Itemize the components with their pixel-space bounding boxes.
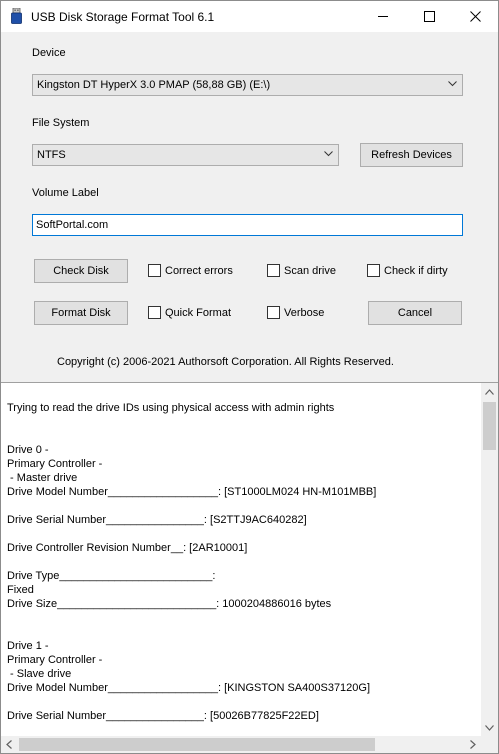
correct-errors-checkbox[interactable]: Correct errors — [148, 264, 233, 277]
checkbox-box — [267, 306, 280, 319]
check-if-dirty-checkbox[interactable]: Check if dirty — [367, 264, 448, 277]
vertical-scrollbar[interactable] — [481, 383, 498, 737]
copyright-text: Copyright (c) 2006-2021 Authorsoft Corpo… — [57, 356, 394, 368]
scroll-up-icon[interactable] — [485, 389, 494, 395]
checkbox-box — [148, 306, 161, 319]
maximize-button[interactable] — [406, 1, 452, 32]
verbose-checkbox[interactable]: Verbose — [267, 306, 324, 319]
minimize-button[interactable] — [360, 1, 406, 32]
chevron-down-icon — [448, 81, 457, 87]
format-disk-button[interactable]: Format Disk — [34, 301, 128, 325]
window-title: USB Disk Storage Format Tool 6.1 — [31, 10, 215, 24]
file-system-select[interactable]: NTFS — [32, 144, 339, 166]
scrollbar-thumb[interactable] — [19, 738, 375, 751]
verbose-label: Verbose — [284, 306, 325, 319]
close-icon — [469, 11, 481, 22]
cancel-button[interactable]: Cancel — [368, 301, 462, 325]
scan-drive-checkbox[interactable]: Scan drive — [267, 264, 336, 277]
file-system-select-value: NTFS — [37, 149, 66, 161]
refresh-devices-button[interactable]: Refresh Devices — [360, 143, 463, 167]
scrollbar-corner — [481, 736, 498, 753]
horizontal-scrollbar[interactable] — [1, 736, 481, 753]
checkbox-box — [267, 264, 280, 277]
log-output[interactable]: Trying to read the drive IDs using physi… — [1, 382, 498, 753]
log-text: Trying to read the drive IDs using physi… — [7, 402, 377, 722]
file-system-label: File System — [32, 117, 90, 129]
minimize-icon — [377, 16, 388, 17]
scan-drive-label: Scan drive — [284, 264, 336, 277]
quick-format-checkbox[interactable]: Quick Format — [148, 306, 231, 319]
scroll-right-icon[interactable] — [470, 740, 476, 749]
settings-panel: Device Kingston DT HyperX 3.0 PMAP (58,8… — [1, 32, 498, 382]
quick-format-label: Quick Format — [165, 306, 232, 319]
device-label: Device — [32, 47, 66, 59]
device-select[interactable]: Kingston DT HyperX 3.0 PMAP (58,88 GB) (… — [32, 74, 463, 96]
close-button[interactable] — [452, 1, 498, 32]
volume-label-label: Volume Label — [32, 187, 99, 199]
scrollbar-thumb[interactable] — [483, 402, 496, 450]
chevron-down-icon — [324, 151, 333, 157]
scroll-left-icon[interactable] — [6, 740, 12, 749]
title-bar[interactable]: USB Disk Storage Format Tool 6.1 — [1, 1, 498, 32]
volume-label-input[interactable]: SoftPortal.com — [32, 214, 463, 236]
usb-drive-icon — [11, 8, 22, 24]
check-if-dirty-label: Check if dirty — [384, 264, 448, 277]
correct-errors-label: Correct errors — [165, 264, 233, 277]
app-window: USB Disk Storage Format Tool 6.1 Device … — [0, 0, 499, 754]
checkbox-box — [148, 264, 161, 277]
checkbox-box — [367, 264, 380, 277]
maximize-icon — [423, 11, 435, 22]
scroll-down-icon[interactable] — [485, 725, 494, 731]
check-disk-button[interactable]: Check Disk — [34, 259, 128, 283]
device-select-value: Kingston DT HyperX 3.0 PMAP (58,88 GB) (… — [37, 79, 271, 91]
